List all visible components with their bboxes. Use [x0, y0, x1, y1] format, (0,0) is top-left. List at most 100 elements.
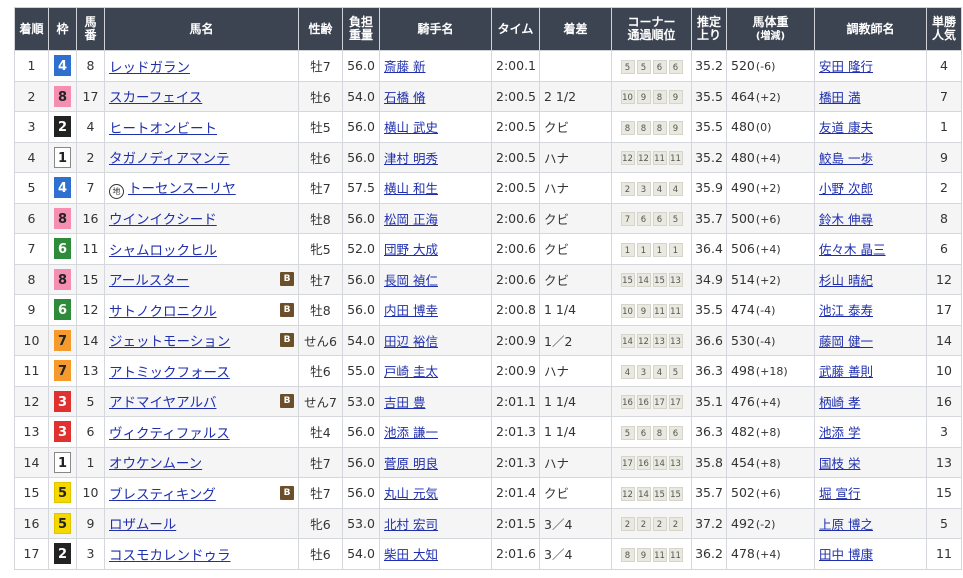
weight-cell: 53.0	[342, 385, 380, 417]
bodyweight-change: (+6)	[755, 212, 781, 226]
trainer-link[interactable]: 橋田 満	[819, 90, 860, 105]
weight-cell: 55.0	[342, 355, 380, 387]
margin-cell: クビ	[539, 477, 612, 509]
header-popularity-line2: 人気	[931, 28, 956, 42]
trainer-cell: 佐々木 晶三	[814, 233, 927, 265]
jockey-link[interactable]: 内田 博幸	[384, 303, 438, 318]
jockey-link[interactable]: 北村 宏司	[384, 517, 438, 532]
jockey-link[interactable]: 丸山 元気	[384, 486, 438, 501]
bodyweight-change: (+18)	[755, 365, 788, 379]
jockey-link[interactable]: 津村 明秀	[384, 151, 438, 166]
sex-age-cell: 牡4	[298, 416, 343, 448]
margin-cell: クビ	[539, 202, 612, 234]
trainer-cell: 鈴木 伸尋	[814, 202, 927, 234]
horse-name-link[interactable]: ウインイクシード	[109, 212, 217, 228]
jockey-link[interactable]: 松岡 正海	[384, 212, 438, 227]
trainer-link[interactable]: 友道 康夫	[819, 120, 873, 135]
blinker-icon: B	[280, 302, 294, 317]
trainer-link[interactable]: 上原 博之	[819, 517, 873, 532]
trainer-link[interactable]: 柄崎 孝	[819, 395, 860, 410]
horse-name-link[interactable]: ジェットモーション	[109, 334, 230, 350]
trainer-link[interactable]: 池添 学	[819, 425, 860, 440]
last3f-cell: 35.5	[691, 294, 727, 326]
rank-cell: 15	[14, 477, 49, 509]
jockey-link[interactable]: 戸崎 圭太	[384, 364, 438, 379]
jockey-link[interactable]: 石橋 脩	[384, 90, 425, 105]
waku-badge: 3	[54, 390, 71, 412]
umaban-cell: 10	[76, 477, 105, 509]
last3f-cell: 35.5	[691, 111, 727, 143]
horse-name-link[interactable]: オウケンムーン	[109, 456, 202, 472]
horse-name-link[interactable]: ヒートオンビート	[109, 121, 217, 137]
trainer-link[interactable]: 堀 宣行	[819, 486, 860, 501]
horse-name-link[interactable]: スカーフェイス	[109, 90, 202, 106]
trainer-link[interactable]: 佐々木 晶三	[819, 242, 885, 257]
trainer-link[interactable]: 杉山 晴紀	[819, 273, 873, 288]
popularity-cell: 16	[926, 385, 962, 417]
weight-cell: 56.0	[342, 141, 380, 173]
trainer-cell: 安田 隆行	[814, 50, 927, 82]
jockey-link[interactable]: 柴田 大知	[384, 547, 438, 562]
trainer-link[interactable]: 鈴木 伸尋	[819, 212, 873, 227]
waku-cell: 3	[48, 385, 77, 417]
horse-name-link[interactable]: アトミックフォース	[109, 365, 230, 381]
horse-name-link[interactable]: シャムロックヒル	[109, 243, 217, 259]
waku-cell: 2	[48, 111, 77, 143]
corner-position: 5	[636, 59, 651, 74]
horse-name-link[interactable]: タガノディアマンテ	[109, 151, 230, 167]
jockey-link[interactable]: 横山 武史	[384, 120, 438, 135]
horse-name-link[interactable]: コスモカレンドゥラ	[109, 548, 231, 564]
jockey-link[interactable]: 池添 謙一	[384, 425, 438, 440]
jockey-cell: 横山 和生	[379, 172, 492, 204]
jockey-link[interactable]: 斎藤 新	[384, 59, 425, 74]
trainer-link[interactable]: 藤岡 健一	[819, 334, 873, 349]
jockey-cell: 田辺 裕信	[379, 324, 492, 356]
rank-cell: 7	[14, 233, 49, 265]
jockey-link[interactable]: 横山 和生	[384, 181, 438, 196]
popularity-cell: 8	[926, 202, 962, 234]
bodyweight-change: (-6)	[755, 60, 776, 74]
horse-name-cell: アールスター B	[104, 263, 299, 295]
margin-cell: ハナ	[539, 355, 612, 387]
last3f-cell: 35.9	[691, 172, 727, 204]
bodyweight-value: 492	[731, 515, 755, 531]
table-row: 6 8 16 ウインイクシード 牡8 56.0 松岡 正海 2:00.6 クビ 7 6 6 5 35.7 5…	[14, 202, 962, 234]
umaban-cell: 8	[76, 50, 105, 82]
jockey-link[interactable]: 菅原 明良	[384, 456, 438, 471]
horse-name-link[interactable]: ブレスティキング	[109, 487, 216, 503]
trainer-link[interactable]: 池江 泰寿	[819, 303, 873, 318]
trainer-link[interactable]: 田中 博康	[819, 547, 873, 562]
race-result-panel: 着順 枠 馬番 馬名 性齢 負担 重量 騎手名 タイム 着差 コーナー 通過順位 推…	[14, 7, 962, 570]
trainer-link[interactable]: 小野 次郎	[819, 181, 873, 196]
corner-position: 10	[620, 90, 635, 105]
bodyweight-cell: 464(+2)	[726, 80, 815, 112]
sex-age-cell: 牡7	[298, 477, 343, 509]
horse-name-cell: ロザムール	[104, 507, 299, 539]
bodyweight-value: 520	[731, 58, 755, 74]
horse-name-link[interactable]: ロザムール	[109, 517, 176, 533]
trainer-link[interactable]: 武藤 善則	[819, 364, 873, 379]
corner-position: 10	[620, 303, 635, 318]
trainer-link[interactable]: 国枝 栄	[819, 456, 860, 471]
trainer-link[interactable]: 鮫島 一歩	[819, 151, 873, 166]
jockey-link[interactable]: 田辺 裕信	[384, 334, 438, 349]
last3f-cell: 36.4	[691, 233, 727, 265]
jockey-link[interactable]: 団野 大成	[384, 242, 438, 257]
corner-position: 5	[620, 425, 635, 440]
corner-position: 2	[620, 517, 635, 532]
corner-cell: 1111	[611, 233, 692, 265]
bodyweight-value: 454	[731, 454, 755, 470]
jockey-link[interactable]: 長岡 禎仁	[384, 273, 438, 288]
bodyweight-cell: 454(+8)	[726, 446, 815, 478]
horse-name-link[interactable]: トーセンスーリヤ	[128, 181, 236, 197]
horse-name-link[interactable]: アドマイヤアルバ	[109, 395, 216, 411]
trainer-link[interactable]: 安田 隆行	[819, 59, 873, 74]
margin-cell: 3／4	[539, 538, 612, 570]
jockey-link[interactable]: 吉田 豊	[384, 395, 425, 410]
margin-cell: クビ	[539, 111, 612, 143]
horse-name-link[interactable]: レッドガラン	[109, 60, 190, 76]
horse-name-link[interactable]: サトノクロニクル	[109, 304, 217, 320]
horse-name-link[interactable]: ヴィクティファルス	[109, 426, 230, 442]
horse-name-link[interactable]: アールスター	[109, 273, 189, 289]
umaban-cell: 9	[76, 507, 105, 539]
